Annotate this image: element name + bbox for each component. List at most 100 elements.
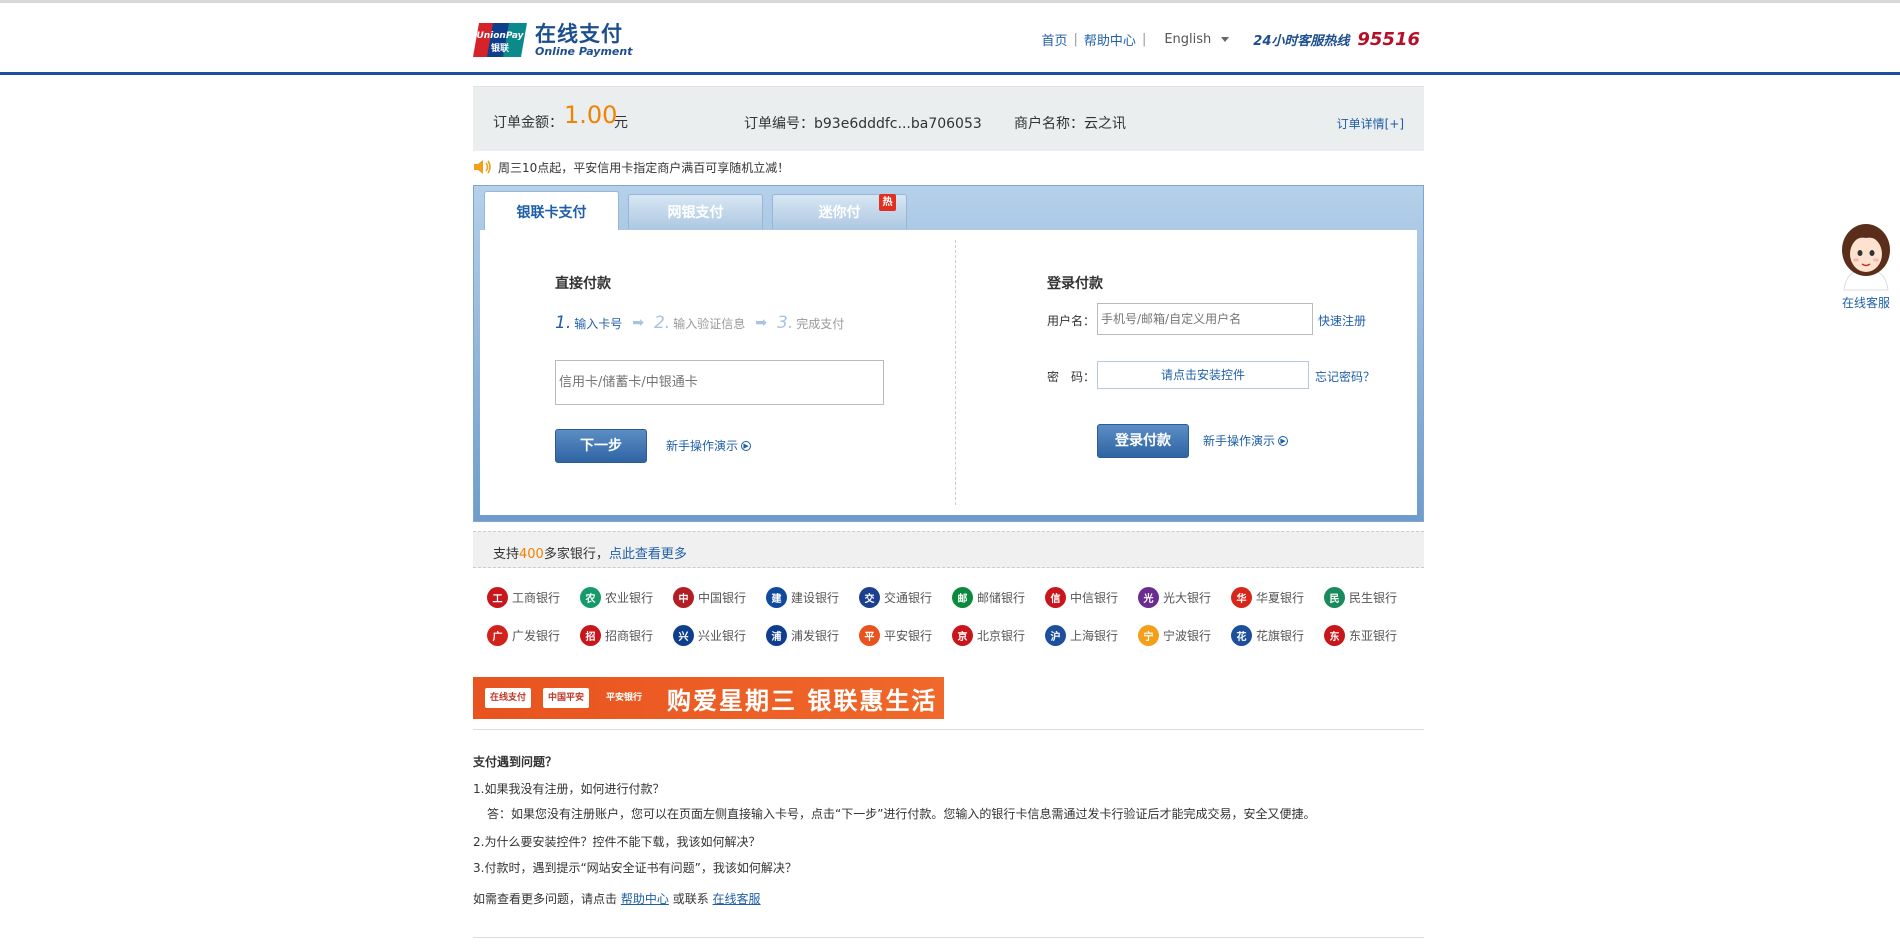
bank-name: 花旗银行 <box>1256 629 1305 643</box>
payment-steps: 1. 输入卡号 ➡ 2. 输入验证信息 ➡ 3. 完成支付 <box>555 313 844 333</box>
payment-panel-body: 直接付款 1.输入卡号 ➡ 2.输入验证信息 ➡ 3.完成支付 下一步 新手操作… <box>480 230 1417 515</box>
supported-banks-bar: 支持400多家银行，点此查看更多 <box>473 531 1424 568</box>
svg-text:UnionPay: UnionPay <box>476 31 524 41</box>
tab-online-banking[interactable]: 网银支付 <box>628 194 763 229</box>
login-demo-link[interactable]: 新手操作演示 ▶ <box>1203 432 1289 449</box>
direct-demo-link[interactable]: 新手操作演示 ▶ <box>666 437 752 454</box>
bank-item[interactable]: 农农业银行 <box>580 587 673 608</box>
arrow-circle-icon: ▶ <box>741 440 752 451</box>
bank-logo-icon: 交 <box>859 587 880 608</box>
bank-item[interactable]: 京北京银行 <box>952 625 1045 646</box>
bank-name: 工商银行 <box>512 591 561 605</box>
hotline-label: 24小时客服热线 <box>1253 34 1350 49</box>
bank-item[interactable]: 民民生银行 <box>1324 587 1417 608</box>
notice-text: 周三10点起，平安信用卡指定商户满百可享随机立减！ <box>498 160 790 175</box>
bank-item[interactable]: 邮邮储银行 <box>952 587 1045 608</box>
arrow-circle-icon: ▶ <box>1278 435 1289 446</box>
hot-badge: 热 <box>879 194 896 211</box>
bank-item[interactable]: 中中国银行 <box>673 587 766 608</box>
banks-prefix: 支持 <box>493 547 520 562</box>
promo-brand-pingan-bank: 平安银行 <box>606 693 643 703</box>
bank-item[interactable]: 沪上海银行 <box>1045 625 1138 646</box>
bank-item[interactable]: 光光大银行 <box>1138 587 1231 608</box>
unionpay-logo[interactable]: UnionPay 银联 在线支付 Online Payment <box>473 21 632 59</box>
faq-more: 如需查看更多问题，请点击 帮助中心 或联系 在线客服 <box>473 890 761 907</box>
bank-item[interactable]: 平平安银行 <box>859 625 952 646</box>
bank-logo-icon: 招 <box>580 625 601 646</box>
nav-help-link[interactable]: 帮助中心 <box>1084 30 1136 49</box>
tab-label: 网银支付 <box>667 205 724 221</box>
login-pay-button[interactable]: 登录付款 <box>1097 424 1189 458</box>
card-number-input[interactable] <box>555 360 884 405</box>
bank-item[interactable]: 兴兴业银行 <box>673 625 766 646</box>
bank-logo-icon: 宁 <box>1138 625 1159 646</box>
forgot-password-link[interactable]: 忘记密码？ <box>1315 368 1375 385</box>
bank-item[interactable]: 交交通银行 <box>859 587 952 608</box>
bank-item[interactable]: 东东亚银行 <box>1324 625 1417 646</box>
bank-item[interactable]: 建建设银行 <box>766 587 859 608</box>
bank-name: 光大银行 <box>1163 591 1212 605</box>
step-3: 3. 完成支付 <box>776 313 845 333</box>
bank-item[interactable]: 招招商银行 <box>580 625 673 646</box>
bank-name: 平安银行 <box>884 629 933 643</box>
logo-title: 在线支付 <box>535 21 623 46</box>
next-step-button[interactable]: 下一步 <box>555 429 647 463</box>
bank-item[interactable]: 广广发银行 <box>487 625 580 646</box>
bank-name: 中信银行 <box>1070 591 1119 605</box>
hotline-number: 95516 <box>1357 29 1420 50</box>
promo-banner[interactable]: 在线支付 中国平安 平安银行 购爱星期三 银联惠生活 <box>473 677 944 719</box>
bank-item[interactable]: 工工商银行 <box>487 587 580 608</box>
bank-name: 华夏银行 <box>1256 591 1305 605</box>
bank-item[interactable]: 信中信银行 <box>1045 587 1138 608</box>
bank-name: 农业银行 <box>605 591 654 605</box>
header: UnionPay 银联 在线支付 Online Payment 首页 | 帮助中… <box>0 3 1900 75</box>
bank-item[interactable]: 华华夏银行 <box>1231 587 1324 608</box>
tab-mini-pay[interactable]: 迷你付 热 <box>772 194 907 229</box>
bank-name: 交通银行 <box>884 591 933 605</box>
faq-or-text: 或联系 <box>672 892 709 906</box>
bank-name: 宁波银行 <box>1163 629 1212 643</box>
username-input[interactable] <box>1097 303 1313 335</box>
divider-line <box>473 729 1424 730</box>
language-selector[interactable]: English <box>1164 32 1230 47</box>
order-amount-unit: 元 <box>614 115 628 131</box>
tab-label: 迷你付 <box>818 205 861 221</box>
bank-logo-icon: 花 <box>1231 625 1252 646</box>
order-detail-link[interactable]: 订单详情[+] <box>1337 115 1404 132</box>
quick-register-link[interactable]: 快速注册 <box>1318 312 1366 329</box>
online-service-link[interactable]: 在线客服 <box>713 892 761 906</box>
faq-question-3[interactable]: 3.付款时，遇到提示“网站安全证书有问题”，我该如何解决？ <box>473 859 797 876</box>
bank-item[interactable]: 花花旗银行 <box>1231 625 1324 646</box>
speaker-icon <box>473 159 493 175</box>
faq-answer-1: 答：如果您没有注册账户，您可以在页面左侧直接输入卡号，点击“下一步”进行付款。您… <box>487 807 1316 821</box>
bank-logo-icon: 京 <box>952 625 973 646</box>
step-1: 1. 输入卡号 <box>555 313 623 333</box>
faq-question-2[interactable]: 2.为什么要安装控件？控件不能下载，我该如何解决？ <box>473 833 760 850</box>
bank-logo-icon: 广 <box>487 625 508 646</box>
merchant-name: 商户名称：云之讯 <box>1014 116 1126 132</box>
faq-question-1[interactable]: 1.如果我没有注册，如何进行付款？ <box>473 780 664 797</box>
banks-suffix: 多家银行， <box>543 547 609 562</box>
password-label: 密 码： <box>1047 370 1096 384</box>
nav-separator: | <box>1073 32 1078 47</box>
service-label: 在线客服 <box>1841 296 1890 310</box>
caret-down-icon <box>1221 37 1230 42</box>
bank-logo-icon: 信 <box>1045 587 1066 608</box>
order-summary-bar: 订单金额： 1.00 元 订单编号：b93e6dddfc...ba706053 … <box>473 86 1424 151</box>
tab-unionpay-card[interactable]: 银联卡支付 <box>484 191 619 230</box>
bank-name: 民生银行 <box>1349 591 1398 605</box>
bank-item[interactable]: 浦浦发银行 <box>766 625 859 646</box>
unionpay-mark-icon: UnionPay 银联 <box>473 21 529 59</box>
bank-name: 中国银行 <box>698 591 747 605</box>
payment-panel: 银联卡支付 网银支付 迷你付 热 直接付款 1. 输入卡号 ➡ 2. 输入验证信息 … <box>473 185 1424 522</box>
step-arrow-icon: ➡ <box>632 315 644 331</box>
bank-item[interactable]: 宁宁波银行 <box>1138 625 1231 646</box>
help-center-link[interactable]: 帮助中心 <box>621 892 669 906</box>
bank-name: 浦发银行 <box>791 629 840 643</box>
install-control-button[interactable]: 请点击安装控件 <box>1097 361 1309 389</box>
nav-home-link[interactable]: 首页 <box>1042 30 1068 49</box>
more-banks-link[interactable]: 点此查看更多 <box>609 547 687 562</box>
promo-brand-pingan: 中国平安 <box>543 688 590 708</box>
online-service-float[interactable]: 在线客服 <box>1836 220 1896 311</box>
bottom-divider <box>473 937 1424 938</box>
